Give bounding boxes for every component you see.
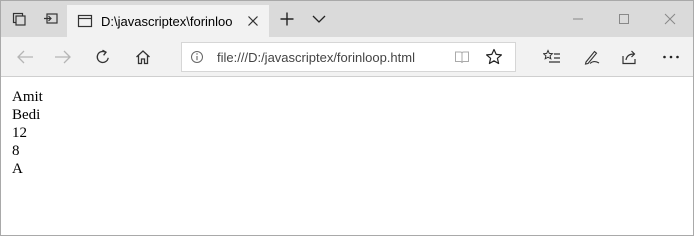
close-window-button[interactable] xyxy=(647,1,693,37)
favorites-hub-button[interactable] xyxy=(536,43,568,71)
forward-arrow-icon xyxy=(55,50,71,64)
chevron-down-icon xyxy=(312,15,326,23)
output-line: A xyxy=(12,161,23,177)
page-content: Amit Bedi 12 8 A xyxy=(1,78,693,235)
notes-button[interactable] xyxy=(576,43,608,71)
tab-preview-button[interactable] xyxy=(5,5,33,33)
maximize-icon xyxy=(619,14,629,24)
navigation-bar: file:///D:/javascriptex/forinloop.html xyxy=(1,37,693,77)
output-line: 8 xyxy=(12,143,20,159)
tab-strip: D:\javascriptex\forinloo xyxy=(1,1,693,37)
share-icon xyxy=(622,50,636,65)
tab-list-button[interactable] xyxy=(305,5,333,33)
more-button[interactable] xyxy=(655,43,687,71)
set-aside-tabs-icon xyxy=(44,13,58,24)
share-button[interactable] xyxy=(614,43,646,71)
tab-title: D:\javascriptex\forinloo xyxy=(101,14,233,29)
output-line: 12 xyxy=(12,125,27,141)
forward-button[interactable] xyxy=(47,43,79,71)
more-icon xyxy=(663,55,679,59)
close-icon xyxy=(664,13,676,25)
output-line: Bedi xyxy=(12,107,41,123)
refresh-button[interactable] xyxy=(87,43,119,71)
favorites-list-icon xyxy=(543,49,560,63)
plus-icon xyxy=(280,12,294,26)
minimize-button[interactable] xyxy=(555,1,601,37)
browser-window: D:\javascriptex\forinloo file:///D:/java… xyxy=(0,0,694,236)
info-icon[interactable] xyxy=(190,50,204,64)
new-tab-button[interactable] xyxy=(273,5,301,33)
output-lines: Amit Bedi 12 8 A xyxy=(12,88,43,178)
refresh-icon xyxy=(96,49,109,64)
set-aside-tabs-button[interactable] xyxy=(37,5,65,33)
address-bar[interactable]: file:///D:/javascriptex/forinloop.html xyxy=(181,42,516,72)
page-icon xyxy=(77,14,93,28)
back-arrow-icon xyxy=(17,50,33,64)
reading-view-icon[interactable] xyxy=(454,49,470,65)
star-icon[interactable] xyxy=(485,48,503,66)
active-tab[interactable]: D:\javascriptex\forinloo xyxy=(67,5,269,37)
back-button[interactable] xyxy=(9,43,41,71)
minimize-icon xyxy=(573,18,583,20)
home-icon xyxy=(136,50,150,65)
home-button[interactable] xyxy=(127,43,159,71)
url-text[interactable]: file:///D:/javascriptex/forinloop.html xyxy=(217,50,447,66)
tab-preview-icon xyxy=(12,12,26,26)
close-tab-icon[interactable] xyxy=(247,15,259,27)
pen-icon xyxy=(584,50,600,65)
output-line: Amit xyxy=(12,89,43,105)
maximize-button[interactable] xyxy=(601,1,647,37)
